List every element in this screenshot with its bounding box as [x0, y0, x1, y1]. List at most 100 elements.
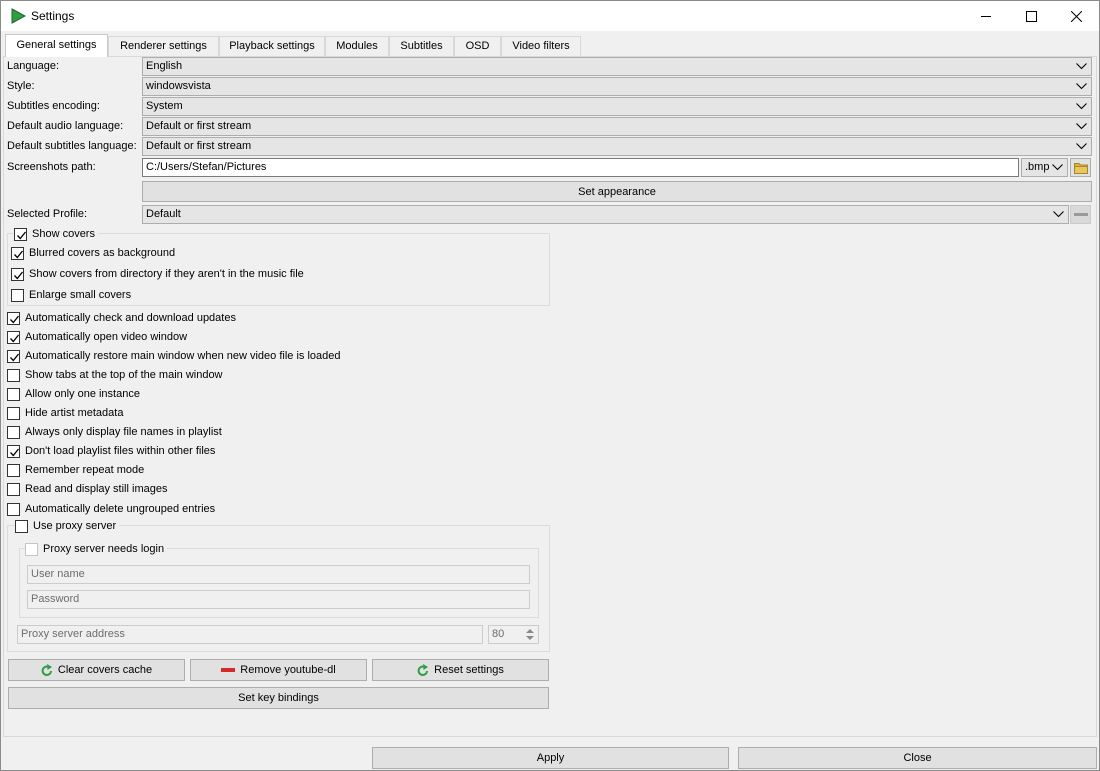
- option-auto-updates[interactable]: Automatically check and download updates: [7, 310, 236, 326]
- checkbox-box: [7, 311, 20, 325]
- tab-general-settings[interactable]: General settings: [5, 34, 108, 57]
- tab-osd[interactable]: OSD: [454, 36, 501, 56]
- screenshot-format-combo[interactable]: .bmp: [1021, 158, 1068, 177]
- set-appearance-button[interactable]: Set appearance: [142, 181, 1092, 202]
- checkbox-box: [7, 368, 20, 382]
- proxy-port-value: 80: [492, 628, 505, 640]
- remove-profile-button[interactable]: [1070, 205, 1091, 224]
- language-combo[interactable]: English: [142, 57, 1092, 76]
- default-subtitles-language-combo[interactable]: Default or first stream: [142, 137, 1092, 156]
- reset-settings-button[interactable]: Reset settings: [372, 659, 549, 681]
- chevron-down-icon: [1076, 83, 1087, 90]
- checkmark-icon: [10, 353, 20, 361]
- option-delete-ungrouped[interactable]: Automatically delete ungrouped entries: [7, 501, 215, 517]
- checkbox-box: [11, 246, 24, 260]
- checkbox-box: [7, 463, 20, 477]
- proxy-needs-login-checkbox[interactable]: Proxy server needs login: [25, 541, 168, 557]
- browse-folder-button[interactable]: [1070, 158, 1091, 177]
- option-label: Automatically open video window: [25, 331, 188, 343]
- checkmark-icon: [17, 231, 27, 239]
- screenshots-path-input[interactable]: C:/Users/Stefan/Pictures: [142, 158, 1019, 177]
- chevron-down-icon: [1076, 143, 1087, 150]
- use-proxy-checkbox[interactable]: Use proxy server: [15, 518, 120, 534]
- show-covers-checkbox[interactable]: Show covers: [14, 226, 98, 242]
- enlarge-small-covers-checkbox[interactable]: Enlarge small covers: [11, 287, 131, 303]
- reset-settings-label: Reset settings: [434, 664, 504, 676]
- checkmark-icon: [10, 448, 20, 456]
- language-label: Language:: [7, 60, 59, 72]
- clear-covers-cache-button[interactable]: Clear covers cache: [8, 659, 185, 681]
- settings-window: Settings General settings Renderer setti…: [0, 0, 1100, 771]
- chevron-down-icon: [1053, 211, 1064, 218]
- language-value: English: [146, 60, 183, 72]
- spin-arrows-icon: [526, 629, 534, 640]
- chevron-down-icon: [1052, 164, 1063, 171]
- option-still-images[interactable]: Read and display still images: [7, 481, 167, 497]
- proxy-port-stepper[interactable]: 80: [488, 625, 539, 644]
- remove-youtube-dl-button[interactable]: Remove youtube-dl: [190, 659, 367, 681]
- option-auto-restore-window[interactable]: Automatically restore main window when n…: [7, 348, 341, 364]
- subtitles-encoding-combo[interactable]: System: [142, 97, 1092, 116]
- refresh-icon: [41, 663, 52, 676]
- style-combo[interactable]: windowsvista: [142, 77, 1092, 96]
- option-label: Read and display still images: [25, 483, 168, 495]
- tab-playback-settings[interactable]: Playback settings: [219, 36, 325, 56]
- subtitles-encoding-label: Subtitles encoding:: [7, 100, 100, 112]
- title-bar: Settings: [1, 1, 1099, 31]
- chevron-down-icon: [1076, 123, 1087, 130]
- set-key-bindings-button[interactable]: Set key bindings: [8, 687, 549, 709]
- checkbox-box: [7, 482, 20, 496]
- covers-from-directory-checkbox[interactable]: Show covers from directory if they aren'…: [11, 266, 304, 282]
- close-icon: [1070, 10, 1082, 22]
- proxy-username-input[interactable]: User name: [27, 565, 530, 584]
- apply-button[interactable]: Apply: [372, 747, 729, 769]
- default-subtitles-language-label: Default subtitles language:: [7, 140, 137, 152]
- minus-icon: [1073, 212, 1088, 216]
- style-value: windowsvista: [146, 80, 211, 92]
- checkbox-box: [15, 519, 28, 533]
- option-label: Automatically delete ungrouped entries: [25, 503, 216, 515]
- remove-youtube-dl-label: Remove youtube-dl: [240, 664, 336, 676]
- maximize-icon: [1025, 10, 1037, 22]
- clear-covers-cache-label: Clear covers cache: [57, 664, 153, 676]
- default-subtitles-language-value: Default or first stream: [146, 140, 252, 152]
- enlarge-small-covers-label: Enlarge small covers: [29, 289, 132, 301]
- option-remember-repeat[interactable]: Remember repeat mode: [7, 462, 144, 478]
- close-button[interactable]: Close: [738, 747, 1097, 769]
- app-play-icon: [11, 8, 26, 24]
- tab-modules[interactable]: Modules: [325, 36, 389, 56]
- window-title: Settings: [31, 9, 75, 23]
- checkmark-icon: [14, 271, 24, 279]
- checkbox-box: [7, 444, 20, 458]
- checkbox-box: [7, 406, 20, 420]
- option-hide-artist[interactable]: Hide artist metadata: [7, 405, 123, 421]
- screenshot-format-value: .bmp: [1025, 161, 1050, 173]
- selected-profile-value: Default: [146, 208, 181, 220]
- blurred-covers-checkbox[interactable]: Blurred covers as background: [11, 245, 175, 261]
- maximize-button[interactable]: [1008, 1, 1054, 31]
- tab-video-filters[interactable]: Video filters: [501, 36, 581, 56]
- subtitles-encoding-value: System: [146, 100, 183, 112]
- option-file-names-playlist[interactable]: Always only display file names in playli…: [7, 424, 222, 440]
- option-one-instance[interactable]: Allow only one instance: [7, 386, 140, 402]
- chevron-down-icon: [1076, 63, 1087, 70]
- tab-renderer-settings[interactable]: Renderer settings: [108, 36, 219, 56]
- default-audio-language-combo[interactable]: Default or first stream: [142, 117, 1092, 136]
- checkbox-box: [11, 288, 24, 302]
- option-auto-open-video[interactable]: Automatically open video window: [7, 329, 187, 345]
- checkbox-box: [14, 227, 27, 241]
- show-covers-label: Show covers: [32, 228, 95, 240]
- close-window-button[interactable]: [1053, 1, 1099, 31]
- proxy-address-input[interactable]: Proxy server address: [17, 625, 483, 644]
- minimize-button[interactable]: [963, 1, 1009, 31]
- option-label: Don't load playlist files within other f…: [25, 445, 216, 457]
- option-no-nested-playlists[interactable]: Don't load playlist files within other f…: [7, 443, 215, 459]
- default-audio-language-value: Default or first stream: [146, 120, 252, 132]
- tab-subtitles[interactable]: Subtitles: [389, 36, 454, 56]
- selected-profile-label: Selected Profile:: [7, 208, 88, 220]
- selected-profile-combo[interactable]: Default: [142, 205, 1069, 224]
- option-label: Show tabs at the top of the main window: [25, 369, 223, 381]
- option-label: Remember repeat mode: [25, 464, 145, 476]
- proxy-password-input[interactable]: Password: [27, 590, 530, 609]
- option-tabs-top[interactable]: Show tabs at the top of the main window: [7, 367, 223, 383]
